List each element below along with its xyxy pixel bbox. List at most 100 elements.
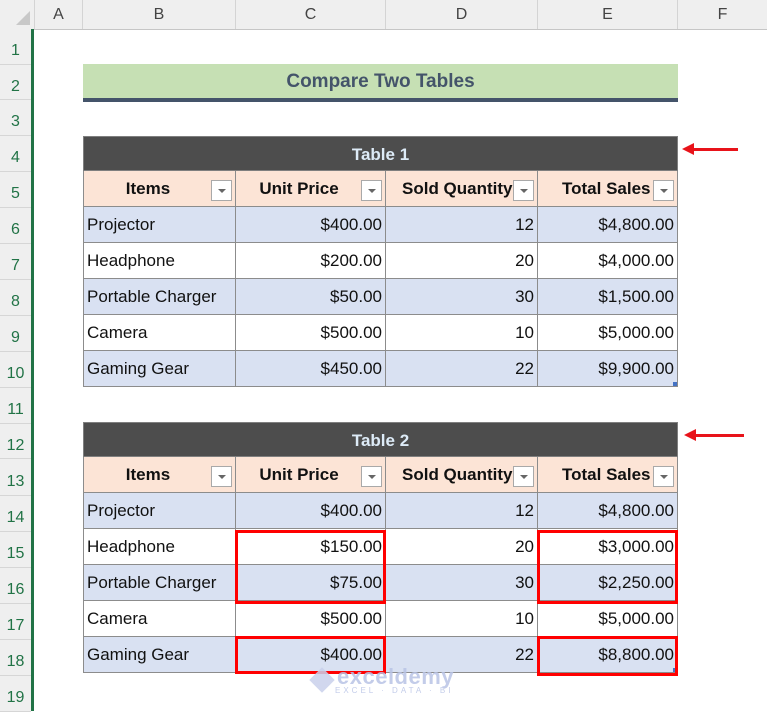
header-total-sales[interactable]: Total Sales (538, 457, 678, 493)
header-items[interactable]: Items (83, 171, 236, 207)
unit-price-cell[interactable]: $200.00 (236, 243, 386, 279)
row-header-16[interactable]: 16 (0, 568, 31, 604)
header-total-sales[interactable]: Total Sales (538, 171, 678, 207)
exceldemy-logo-icon (309, 667, 335, 693)
filter-dropdown-icon[interactable] (211, 180, 232, 201)
row-header-10[interactable]: 10 (0, 352, 31, 389)
sold-quantity-cell[interactable]: 30 (386, 279, 538, 315)
header-sold-quantity[interactable]: Sold Quantity (386, 171, 538, 207)
unit-price-cell[interactable]: $400.00 (236, 207, 386, 243)
total-sales-cell[interactable]: $4,000.00 (538, 243, 678, 279)
table-1-header-row: Items Unit Price Sold Quantity Total Sal… (83, 171, 678, 207)
row-header-7[interactable]: 7 (0, 244, 31, 281)
row-header-6[interactable]: 6 (0, 208, 31, 245)
sold-quantity-cell[interactable]: 12 (386, 493, 538, 529)
total-sales-cell[interactable]: $4,800.00 (538, 493, 678, 529)
row-header-2[interactable]: 2 (0, 65, 31, 101)
unit-price-cell[interactable]: $450.00 (236, 351, 386, 387)
table-2: Table 2 Items Unit Price Sold Quantity T… (83, 422, 678, 673)
unit-price-cell[interactable]: $75.00 (236, 565, 386, 601)
unit-price-cell[interactable]: $500.00 (236, 315, 386, 351)
row-header-17[interactable]: 17 (0, 604, 31, 640)
filter-dropdown-icon[interactable] (513, 180, 534, 201)
row-header-11[interactable]: 11 (0, 388, 31, 424)
row-header-4[interactable]: 4 (0, 136, 31, 173)
table-row: Portable Charger $75.00 30 $2,250.00 (83, 565, 678, 601)
sold-quantity-cell[interactable]: 10 (386, 315, 538, 351)
header-items[interactable]: Items (83, 457, 236, 493)
table-row: Headphone $150.00 20 $3,000.00 (83, 529, 678, 565)
sold-quantity-cell[interactable]: 20 (386, 529, 538, 565)
unit-price-cell[interactable]: $150.00 (236, 529, 386, 565)
total-sales-cell[interactable]: $9,900.00 (538, 351, 678, 387)
column-header-d[interactable]: D (386, 0, 538, 29)
table-2-title: Table 2 (83, 422, 678, 457)
unit-price-cell[interactable]: $500.00 (236, 601, 386, 637)
header-sold-quantity[interactable]: Sold Quantity (386, 457, 538, 493)
filter-dropdown-icon[interactable] (361, 466, 382, 487)
header-unit-price[interactable]: Unit Price (236, 457, 386, 493)
row-header-3[interactable]: 3 (0, 100, 31, 137)
column-header-f[interactable]: F (678, 0, 767, 29)
header-unit-price[interactable]: Unit Price (236, 171, 386, 207)
total-sales-cell[interactable]: $2,250.00 (538, 565, 678, 601)
column-header-b[interactable]: B (83, 0, 236, 29)
column-header-e[interactable]: E (538, 0, 678, 29)
unit-price-cell[interactable]: $400.00 (236, 493, 386, 529)
table-row: Gaming Gear $450.00 22 $9,900.00 (83, 351, 678, 387)
table-row: Projector $400.00 12 $4,800.00 (83, 207, 678, 243)
row-header-13[interactable]: 13 (0, 460, 31, 496)
table-2-header-row: Items Unit Price Sold Quantity Total Sal… (83, 457, 678, 493)
row-header-19[interactable]: 19 (0, 676, 31, 712)
table-resize-handle[interactable] (673, 382, 677, 386)
item-cell[interactable]: Headphone (83, 243, 236, 279)
filter-dropdown-icon[interactable] (653, 180, 674, 201)
table-row: Portable Charger $50.00 30 $1,500.00 (83, 279, 678, 315)
table-1: Table 1 Items Unit Price Sold Quantity T… (83, 136, 678, 387)
table-row: Camera $500.00 10 $5,000.00 (83, 601, 678, 637)
sold-quantity-cell[interactable]: 30 (386, 565, 538, 601)
sold-quantity-cell[interactable]: 22 (386, 351, 538, 387)
item-cell[interactable]: Camera (83, 601, 236, 637)
watermark: exceldemy EXCEL · DATA · BI (309, 664, 454, 695)
filter-dropdown-icon[interactable] (361, 180, 382, 201)
table-resize-handle[interactable] (673, 668, 677, 672)
total-sales-cell[interactable]: $4,800.00 (538, 207, 678, 243)
sold-quantity-cell[interactable]: 10 (386, 601, 538, 637)
row-header-12[interactable]: 12 (0, 424, 31, 460)
column-header-bar: A B C D E F (0, 0, 767, 30)
total-sales-cell[interactable]: $5,000.00 (538, 601, 678, 637)
row-header-1[interactable]: 1 (0, 29, 31, 65)
filter-dropdown-icon[interactable] (653, 466, 674, 487)
sold-quantity-cell[interactable]: 12 (386, 207, 538, 243)
sold-quantity-cell[interactable]: 20 (386, 243, 538, 279)
row-header-18[interactable]: 18 (0, 640, 31, 676)
column-header-a[interactable]: A (35, 0, 83, 29)
table-1-title: Table 1 (83, 136, 678, 171)
column-header-c[interactable]: C (236, 0, 386, 29)
total-sales-cell[interactable]: $8,800.00 (538, 637, 678, 673)
total-sales-cell[interactable]: $5,000.00 (538, 315, 678, 351)
item-cell[interactable]: Portable Charger (83, 279, 236, 315)
row-header-5[interactable]: 5 (0, 172, 31, 209)
item-cell[interactable]: Portable Charger (83, 565, 236, 601)
table-row: Headphone $200.00 20 $4,000.00 (83, 243, 678, 279)
item-cell[interactable]: Projector (83, 493, 236, 529)
filter-dropdown-icon[interactable] (513, 466, 534, 487)
row-header-8[interactable]: 8 (0, 280, 31, 317)
item-cell[interactable]: Camera (83, 315, 236, 351)
item-cell[interactable]: Projector (83, 207, 236, 243)
filter-dropdown-icon[interactable] (211, 466, 232, 487)
arrow-pointer-icon (682, 143, 738, 155)
select-all-button[interactable] (0, 0, 35, 29)
row-header-15[interactable]: 15 (0, 532, 31, 568)
item-cell[interactable]: Gaming Gear (83, 637, 236, 673)
total-sales-cell[interactable]: $1,500.00 (538, 279, 678, 315)
item-cell[interactable]: Gaming Gear (83, 351, 236, 387)
total-sales-cell[interactable]: $3,000.00 (538, 529, 678, 565)
row-header-14[interactable]: 14 (0, 496, 31, 532)
unit-price-cell[interactable]: $50.00 (236, 279, 386, 315)
item-cell[interactable]: Headphone (83, 529, 236, 565)
table-row: Camera $500.00 10 $5,000.00 (83, 315, 678, 351)
row-header-9[interactable]: 9 (0, 316, 31, 353)
